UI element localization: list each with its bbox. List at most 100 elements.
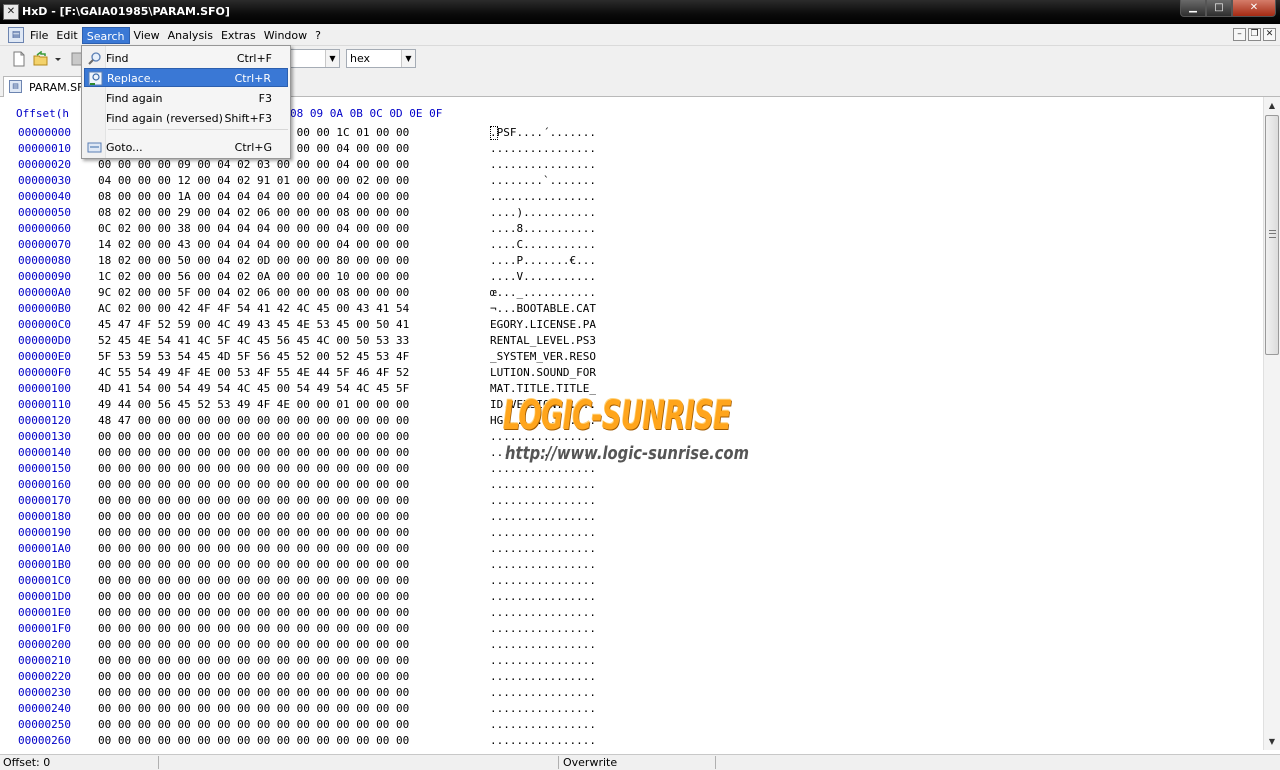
row-hex-bytes[interactable]: 00 00 00 00 00 00 00 00 00 00 00 00 00 0… [98, 478, 409, 491]
row-text[interactable]: ................ [490, 638, 596, 651]
document-icon[interactable]: ▤ [8, 27, 24, 43]
row-text[interactable]: ................ [490, 542, 596, 555]
row-hex-bytes[interactable]: 52 45 4E 54 41 4C 5F 4C 45 56 45 4C 00 5… [98, 334, 409, 347]
hxd-app-icon[interactable]: ✕ [3, 4, 19, 20]
row-hex-bytes[interactable]: 00 00 00 00 00 00 00 00 00 00 00 00 00 0… [98, 526, 409, 539]
menu-edit[interactable]: Edit [52, 27, 81, 44]
display-mode-select[interactable]: hex ▼ [346, 49, 416, 68]
row-hex-bytes[interactable]: 49 44 00 56 45 52 53 49 4F 4E 00 00 01 0… [98, 398, 409, 411]
row-hex-bytes[interactable]: 4C 55 54 49 4F 4E 00 53 4F 55 4E 44 5F 4… [98, 366, 409, 379]
row-text[interactable]: ................ [490, 478, 596, 491]
row-text[interactable]: LUTION.SOUND_FOR [490, 366, 596, 379]
row-text[interactable]: ................ [490, 606, 596, 619]
mdi-minimize-button[interactable]: – [1233, 28, 1246, 41]
row-hex-bytes[interactable]: 00 00 00 00 00 00 00 00 00 00 00 00 00 0… [98, 574, 409, 587]
row-hex-bytes[interactable]: 00 00 00 00 00 00 00 00 00 00 00 00 00 0… [98, 494, 409, 507]
row-text[interactable]: ................ [490, 590, 596, 603]
row-text[interactable]: ....)........... [490, 206, 596, 219]
row-hex-bytes[interactable]: 00 00 00 00 09 00 04 02 03 00 00 00 04 0… [98, 158, 409, 171]
menu-file[interactable]: File [26, 27, 52, 44]
open-file-icon[interactable] [33, 51, 49, 67]
row-hex-bytes[interactable]: 00 00 00 00 00 00 00 00 00 00 00 00 00 0… [98, 686, 409, 699]
row-text[interactable]: ................ [490, 718, 596, 731]
row-text[interactable]: ................ [490, 494, 596, 507]
close-button[interactable]: ✕ [1232, 0, 1276, 17]
row-hex-bytes[interactable]: 00 00 00 00 00 00 00 00 00 00 00 00 00 0… [98, 670, 409, 683]
row-hex-bytes[interactable]: 00 00 00 00 00 00 00 00 00 00 00 00 00 0… [98, 430, 409, 443]
row-hex-bytes[interactable]: 00 00 00 00 00 00 00 00 00 00 00 00 00 0… [98, 462, 409, 475]
row-text[interactable]: ....C........... [490, 238, 596, 251]
row-text[interactable]: ................ [490, 142, 596, 155]
menu-item-find[interactable]: Find Ctrl+F [84, 49, 288, 68]
row-text[interactable]: ................ [490, 158, 596, 171]
row-hex-bytes[interactable]: 00 00 00 00 00 00 00 00 00 00 00 00 00 0… [98, 558, 409, 571]
row-text[interactable]: ................ [490, 190, 596, 203]
row-text[interactable]: ................ [490, 654, 596, 667]
row-hex-bytes[interactable]: 5F 53 59 53 54 45 4D 5F 56 45 52 00 52 4… [98, 350, 409, 363]
row-text[interactable]: ................ [490, 526, 596, 539]
row-text[interactable]: ................ [490, 734, 596, 747]
row-text[interactable]: ....V........... [490, 270, 596, 283]
mdi-restore-button[interactable]: ❐ [1248, 28, 1261, 41]
row-hex-bytes[interactable]: 08 00 00 00 1A 00 04 04 04 00 00 00 04 0… [98, 190, 409, 203]
row-text[interactable]: ........`....... [490, 174, 596, 187]
menu-analysis[interactable]: Analysis [164, 27, 217, 44]
menu-view[interactable]: View [130, 27, 164, 44]
menu-item-goto[interactable]: Goto... Ctrl+G [84, 138, 288, 157]
menu-search[interactable]: Search [81, 27, 130, 44]
row-hex-bytes[interactable]: 04 00 00 00 12 00 04 02 91 01 00 00 00 0… [98, 174, 409, 187]
row-text[interactable]: ................ [490, 622, 596, 635]
open-dropdown-arrow-icon[interactable] [53, 51, 63, 67]
new-file-icon[interactable] [11, 51, 27, 67]
scroll-thumb[interactable] [1265, 115, 1279, 355]
row-hex-bytes[interactable]: 00 00 00 00 00 00 00 00 00 00 00 00 00 0… [98, 654, 409, 667]
mdi-close-button[interactable]: ✕ [1263, 28, 1276, 41]
row-hex-bytes[interactable]: 00 00 00 00 00 00 00 00 00 00 00 00 00 0… [98, 734, 409, 747]
row-hex-bytes[interactable]: 00 00 00 00 00 00 00 00 00 00 00 00 00 0… [98, 638, 409, 651]
menu-item-find-again[interactable]: Find again F3 [84, 89, 288, 108]
menu-item-replace[interactable]: Replace... Ctrl+R [84, 68, 288, 87]
row-text[interactable]: .PSF....´....... [490, 126, 596, 139]
row-hex-bytes[interactable]: 14 02 00 00 43 00 04 04 04 00 00 00 04 0… [98, 238, 409, 251]
row-hex-bytes[interactable]: 45 47 4F 52 59 00 4C 49 43 45 4E 53 45 0… [98, 318, 409, 331]
row-text[interactable]: ................ [490, 510, 596, 523]
row-hex-bytes[interactable]: 4D 41 54 00 54 49 54 4C 45 00 54 49 54 4… [98, 382, 409, 395]
row-text[interactable]: _SYSTEM_VER.RESO [490, 350, 596, 363]
row-hex-bytes[interactable]: 00 00 00 00 00 00 00 00 00 00 00 00 00 0… [98, 606, 409, 619]
row-hex-bytes[interactable]: 18 02 00 00 50 00 04 02 0D 00 00 00 80 0… [98, 254, 409, 267]
row-hex-bytes[interactable]: AC 02 00 00 42 4F 4F 54 41 42 4C 45 00 4… [98, 302, 409, 315]
row-hex-bytes[interactable]: 00 00 00 00 00 00 00 00 00 00 00 00 00 0… [98, 542, 409, 555]
minimize-button[interactable]: ▁ [1180, 0, 1206, 17]
row-hex-bytes[interactable]: 00 00 00 00 00 00 00 00 00 00 00 00 00 0… [98, 622, 409, 635]
row-hex-bytes[interactable]: 08 02 00 00 29 00 04 02 06 00 00 00 08 0… [98, 206, 409, 219]
row-text[interactable]: ................ [490, 670, 596, 683]
chevron-down-icon[interactable]: ▼ [325, 50, 339, 67]
row-text[interactable]: EGORY.LICENSE.PA [490, 318, 596, 331]
row-hex-bytes[interactable]: 48 47 00 00 00 00 00 00 00 00 00 00 00 0… [98, 414, 409, 427]
row-text[interactable]: œ..._........... [490, 286, 596, 299]
row-text[interactable]: ....P.......€... [490, 254, 596, 267]
vertical-scrollbar[interactable]: ▲ ▼ [1263, 97, 1280, 750]
scroll-up-arrow-icon[interactable]: ▲ [1264, 97, 1280, 114]
row-hex-bytes[interactable]: 00 00 00 00 00 00 00 00 00 00 00 00 00 0… [98, 446, 409, 459]
row-hex-bytes[interactable]: 0C 02 00 00 38 00 04 04 04 00 00 00 04 0… [98, 222, 409, 235]
row-text[interactable]: ................ [490, 558, 596, 571]
menu-window[interactable]: Window [260, 27, 311, 44]
row-text[interactable]: ................ [490, 702, 596, 715]
row-hex-bytes[interactable]: 00 00 00 00 00 00 00 00 00 00 00 00 00 0… [98, 702, 409, 715]
status-edit-mode[interactable]: Overwrite [563, 756, 617, 769]
row-text[interactable]: ....8........... [490, 222, 596, 235]
row-text[interactable]: ................ [490, 574, 596, 587]
menu-help[interactable]: ? [311, 27, 325, 44]
chevron-down-icon[interactable]: ▼ [401, 50, 415, 67]
row-hex-bytes[interactable]: 00 00 00 00 00 00 00 00 00 00 00 00 00 0… [98, 510, 409, 523]
menu-item-find-again-reversed[interactable]: Find again (reversed) Shift+F3 [84, 109, 288, 128]
row-text[interactable]: ................ [490, 686, 596, 699]
row-hex-bytes[interactable]: 00 00 00 00 00 00 00 00 00 00 00 00 00 0… [98, 718, 409, 731]
menu-extras[interactable]: Extras [217, 27, 260, 44]
row-hex-bytes[interactable]: 9C 02 00 00 5F 00 04 02 06 00 00 00 08 0… [98, 286, 409, 299]
scroll-down-arrow-icon[interactable]: ▼ [1264, 733, 1280, 750]
row-hex-bytes[interactable]: 00 00 00 00 00 00 00 00 00 00 00 00 00 0… [98, 590, 409, 603]
offset-base-select[interactable]: ▼ [290, 49, 340, 68]
row-text[interactable]: ¬...BOOTABLE.CAT [490, 302, 596, 315]
